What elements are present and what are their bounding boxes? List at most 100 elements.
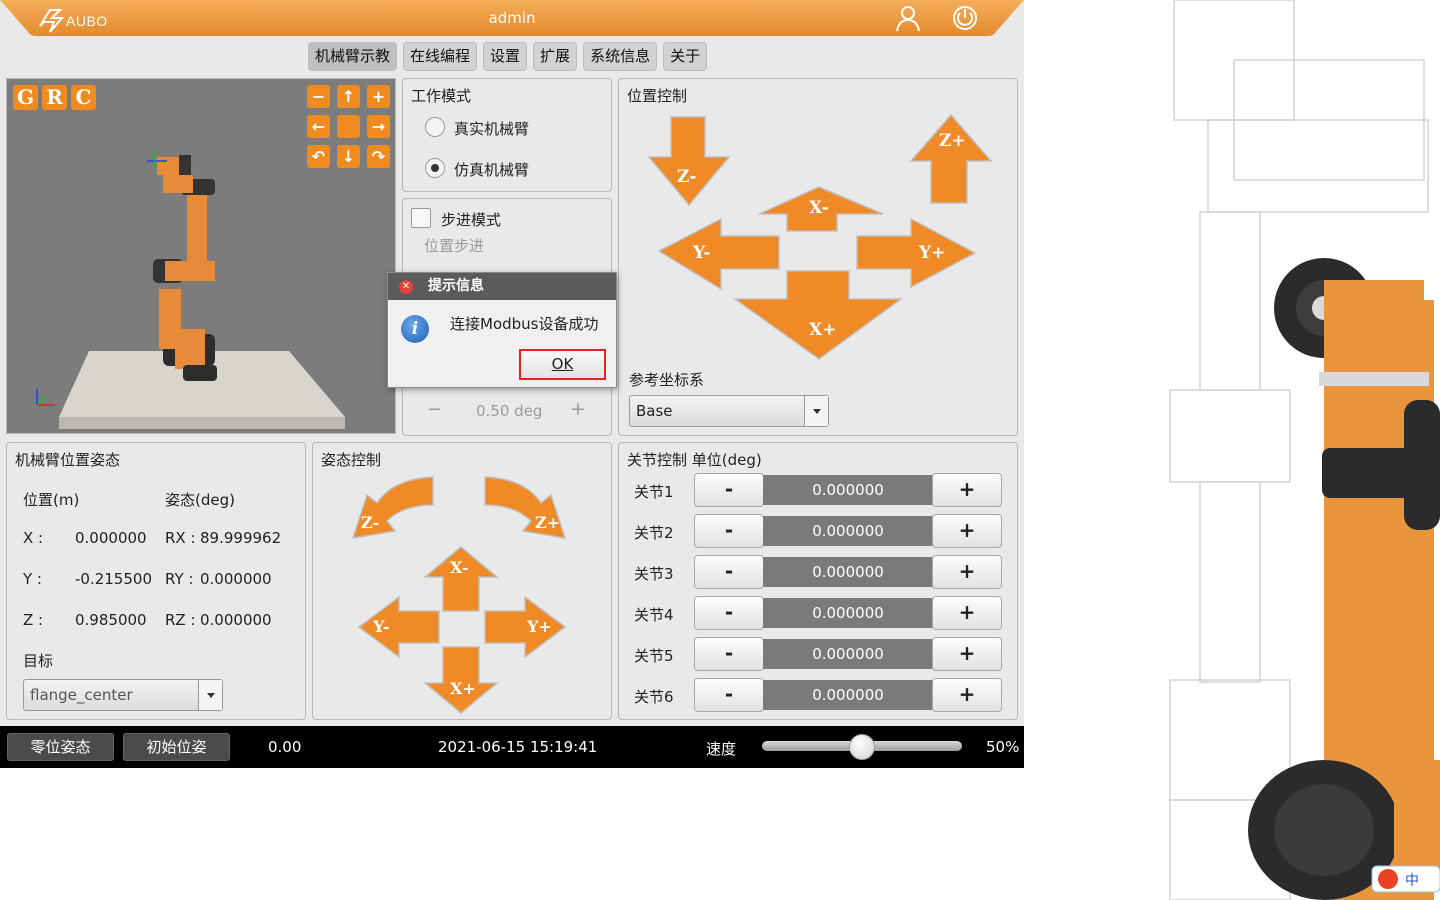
ime-icon[interactable] [1378,869,1398,889]
joint-value: 0.000000 [763,475,933,505]
ok-button[interactable]: OK [519,349,606,380]
joint-increase-button[interactable]: + [932,637,1002,671]
joint-increase-button[interactable]: + [932,514,1002,548]
orient-step-value: 0.50 deg [476,402,543,420]
dialog-title: 提示信息 [388,273,616,300]
speed-slider-handle[interactable] [849,734,875,760]
pos-z-plus-label: Z+ [939,131,966,151]
status-bar: 零位姿态 初始位姿 0.00 2021-06-15 15:19:41 速度 50… [0,726,1024,768]
robot-scene [36,151,345,429]
user-icon[interactable] [893,3,923,33]
position-header: 位置(m) [23,491,80,509]
joint-increase-button[interactable]: + [932,596,1002,630]
pos-z-minus-arrow[interactable] [647,116,731,207]
orient-step-plus[interactable]: + [570,398,586,420]
joint-decrease-button[interactable]: - [694,637,764,671]
x-axis-label: X : [23,529,44,547]
tab-arm-teach[interactable]: 机械臂示教 [308,42,398,71]
joint-row: 关节1 -0.000000 + [619,473,1017,507]
tab-extension[interactable]: 扩展 [533,42,578,71]
joint-decrease-button[interactable]: - [694,596,764,630]
joint-row: 关节4 -0.000000 + [619,596,1017,630]
pos-z-minus-label: Z- [677,167,697,187]
header: AUBO admin [0,0,1024,36]
user-title: admin [488,9,536,27]
info-icon: i [401,315,429,343]
status-datetime: 2021-06-15 15:19:41 [438,738,598,756]
y-value: -0.215500 [75,570,152,588]
pos-z-plus-arrow[interactable] [909,113,993,204]
zero-pose-button[interactable]: 零位姿态 [7,733,114,761]
ry-axis-label: RY : [165,570,194,588]
step-mode-label: 步进模式 [441,211,502,229]
tab-online-programming[interactable]: 在线编程 [403,42,478,71]
position-control-panel: 位置控制 Z- Z+ X- X+ Y- Y+ 参考坐标系 Base [618,78,1018,436]
joint-decrease-button[interactable]: - [694,514,764,548]
sim-arm-radio[interactable] [425,158,445,178]
target-select[interactable]: flange_center [23,679,223,711]
dialog-message: 连接Modbus设备成功 [450,315,599,333]
joint-row: 关节2 -0.000000 + [619,514,1017,548]
att-y-minus-label: Y- [373,617,390,636]
init-pose-button[interactable]: 初始位姿 [123,733,230,761]
tab-system-info[interactable]: 系统信息 [583,42,658,71]
joint-increase-button[interactable]: + [932,473,1002,507]
joint-decrease-button[interactable]: - [694,473,764,507]
joint-value: 0.000000 [763,557,933,587]
pos-y-plus-label: Y+ [919,243,946,263]
step-mode-checkbox[interactable] [411,208,431,228]
orient-step-minus[interactable]: − [427,399,442,420]
power-icon[interactable] [950,3,980,33]
robot-teach-app: AUBO admin 机械臂示教 在线编程 设置 扩展 系统信息 关于 G R … [0,0,1024,768]
close-icon[interactable]: ✕ [399,280,413,294]
y-axis-label: Y : [23,570,42,588]
joint-label: 关节4 [634,606,674,624]
att-x-minus-arrow[interactable] [422,546,500,612]
pos-y-minus-label: Y- [693,243,711,263]
joint-decrease-button[interactable]: - [694,555,764,589]
rx-axis-label: RX : [165,529,196,547]
pos-y-minus-arrow[interactable] [657,217,780,291]
pos-x-plus-arrow[interactable] [732,270,904,360]
joint-value: 0.000000 [763,598,933,628]
work-mode-panel: 工作模式 真实机械臂 仿真机械臂 [402,78,612,192]
chevron-down-icon[interactable] [804,396,828,426]
joint-decrease-button[interactable]: - [694,678,764,712]
joint-label: 关节5 [634,647,674,665]
joint-label: 关节6 [634,688,674,706]
ref-frame-select[interactable]: Base [629,395,829,427]
real-arm-radio[interactable] [425,117,445,137]
joint-control-panel: 关节控制 单位(deg) 关节1-0.000000 + 关节2-0.000000 + 关… [618,442,1018,720]
joint-label: 关节1 [634,483,674,501]
tab-about[interactable]: 关于 [663,42,708,71]
att-y-plus-arrow[interactable] [484,595,567,659]
arm-pose-title: 机械臂位置姿态 [15,451,121,469]
tab-settings[interactable]: 设置 [483,42,528,71]
joint-value: 0.000000 [763,516,933,546]
att-z-plus-label: Z+ [535,513,561,532]
speed-percent: 50% [986,738,1020,756]
attitude-control-panel: 姿态控制 Z- Z+ X- X+ Y- Y+ [312,442,612,720]
pos-x-minus-label: X- [809,198,829,218]
status-value: 0.00 [268,738,302,756]
rz-axis-label: RZ : [165,611,196,629]
att-z-minus-label: Z- [361,513,380,532]
info-dialog: 提示信息 ✕ i 连接Modbus设备成功 OK [387,272,617,388]
z-axis-label: Z : [23,611,44,629]
chevron-down-icon[interactable] [198,680,222,710]
joint-row: 关节6 -0.000000 + [619,678,1017,712]
x-value: 0.000000 [75,529,147,547]
att-y-minus-arrow[interactable] [357,595,440,659]
robot-arm-illustration: 中 [1169,0,1440,900]
joint-increase-button[interactable]: + [932,555,1002,589]
target-value: flange_center [30,686,133,704]
joint-increase-button[interactable]: + [932,678,1002,712]
joint-label: 关节3 [634,565,674,583]
robot-3d-viewer[interactable]: G R C − ↑ + ← → ↶ ↓ ↷ [6,78,396,434]
ime-label: 中 [1405,873,1419,889]
sim-arm-label: 仿真机械臂 [454,161,530,179]
work-mode-title: 工作模式 [411,87,472,105]
rx-value: 89.999962 [200,529,282,547]
arm-pose-panel: 机械臂位置姿态 位置(m) 姿态(deg) X : 0.000000 RX : … [6,442,306,720]
pos-y-plus-arrow[interactable] [856,217,977,289]
